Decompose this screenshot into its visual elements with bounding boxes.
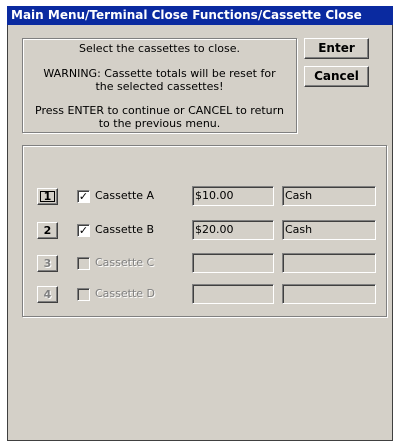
cassette-a-amount: $10.00 — [192, 186, 274, 206]
instruction-warning: WARNING: Cassette totals will be reset f… — [43, 67, 276, 93]
cassette-c-type — [282, 253, 376, 273]
cassette-row-d: 4 Cassette D — [23, 284, 386, 304]
instruction-continue: Press ENTER to continue or CANCEL to ret… — [35, 104, 284, 130]
instructions-panel: Select the cassettes to close. WARNING: … — [22, 38, 297, 133]
cassette-d-number-button[interactable]: 4 — [37, 286, 58, 303]
cassette-row-a: 1 ✓ Cassette A $10.00 Cash — [23, 186, 386, 206]
cassette-a-label[interactable]: Cassette A — [95, 189, 154, 203]
cassette-b-checkbox[interactable]: ✓ — [77, 224, 90, 237]
cassette-row-b: 2 ✓ Cassette B $20.00 Cash — [23, 220, 386, 240]
cassette-a-checkbox[interactable]: ✓ — [77, 190, 90, 203]
cassette-a-number-button[interactable]: 1 — [37, 188, 58, 205]
enter-button[interactable]: Enter — [304, 38, 369, 59]
cassette-close-window: Main Menu/Terminal Close Functions/Casse… — [0, 0, 400, 445]
cassette-row-c: 3 Cassette C — [23, 253, 386, 273]
window-client-area: Select the cassettes to close. WARNING: … — [7, 25, 393, 441]
cassette-b-type: Cash — [282, 220, 376, 240]
cassette-c-amount — [192, 253, 274, 273]
window-title: Main Menu/Terminal Close Functions/Casse… — [7, 6, 393, 25]
cassette-list: 1 ✓ Cassette A $10.00 Cash 2 ✓ Cassette … — [22, 145, 387, 317]
cassette-b-number-button[interactable]: 2 — [37, 222, 58, 239]
cassette-c-label[interactable]: Cassette C — [95, 256, 154, 270]
cassette-c-checkbox[interactable] — [77, 257, 90, 270]
cassette-d-type — [282, 284, 376, 304]
cassette-d-amount — [192, 284, 274, 304]
cassette-b-amount: $20.00 — [192, 220, 274, 240]
cassette-b-label[interactable]: Cassette B — [95, 223, 154, 237]
cassette-c-number-button[interactable]: 3 — [37, 255, 58, 272]
cancel-button[interactable]: Cancel — [304, 66, 369, 87]
cassette-d-label[interactable]: Cassette D — [95, 287, 155, 301]
cassette-a-type: Cash — [282, 186, 376, 206]
instruction-select: Select the cassettes to close. — [79, 42, 240, 55]
cassette-d-checkbox[interactable] — [77, 288, 90, 301]
